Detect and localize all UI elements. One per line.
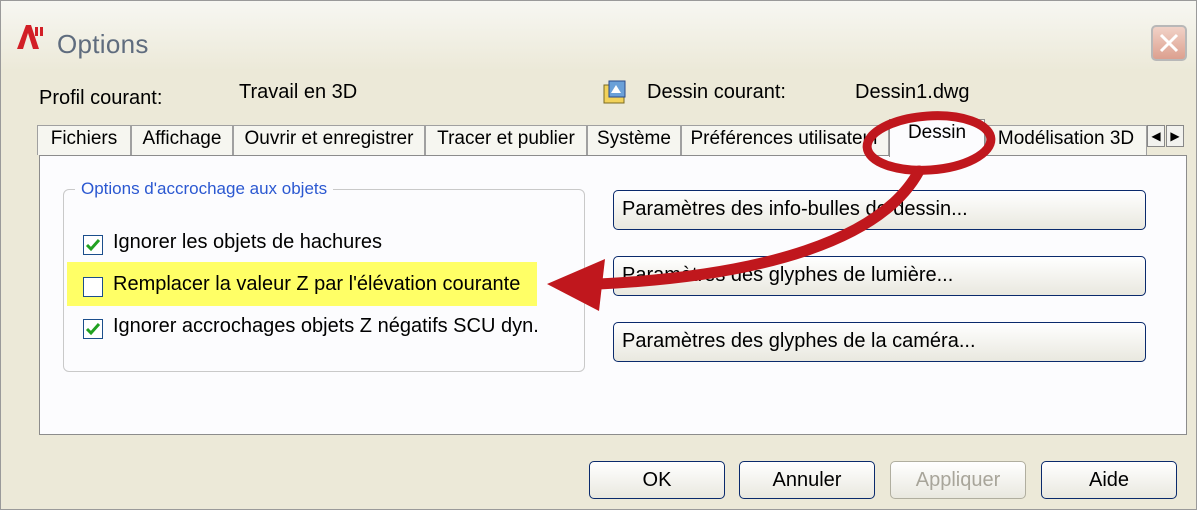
close-icon (1159, 33, 1179, 53)
title-bar: Options (1, 1, 1196, 71)
camera-glyph-settings-button[interactable]: Paramètres des glyphes de la caméra... (613, 322, 1146, 362)
options-dialog: Options Profil courant: Travail en 3D De… (0, 0, 1197, 510)
checkmark-icon (85, 323, 101, 336)
checkbox-ignore-negative-z[interactable] (83, 319, 103, 339)
tab-modelisation-3d[interactable]: Modélisation 3D (985, 125, 1147, 155)
tab-bar: Fichiers Affichage Ouvrir et enregistrer… (37, 119, 1187, 157)
label-ignore-negative-z: Ignorer accrochages objets Z négatifs SC… (113, 315, 539, 337)
label-ignore-hatch: Ignorer les objets de hachures (113, 231, 383, 253)
osnap-options-group-title: Options d'accrochage aux objets (75, 179, 334, 199)
help-button[interactable]: Aide (1041, 461, 1177, 499)
label-replace-z: Remplacer la valeur Z par l'élévation co… (113, 273, 521, 295)
tab-preferences-utilisateur[interactable]: Préférences utilisateur (681, 125, 889, 155)
profile-label: Profil courant: (39, 87, 163, 109)
checkbox-ignore-hatch[interactable] (83, 235, 103, 255)
checkbox-replace-z[interactable] (83, 277, 103, 297)
tab-fichiers[interactable]: Fichiers (37, 125, 131, 155)
tooltip-settings-button[interactable]: Paramètres des info-bulles de dessin... (613, 190, 1146, 230)
tab-scroll-right-icon[interactable]: ▶ (1166, 125, 1184, 147)
profile-value: Travail en 3D (239, 81, 358, 103)
close-button[interactable] (1151, 25, 1187, 61)
checkmark-icon (85, 239, 101, 252)
window-title: Options (57, 29, 149, 59)
autocad-app-icon (17, 25, 43, 49)
tab-tracer-publier[interactable]: Tracer et publier (425, 125, 587, 155)
tab-affichage[interactable]: Affichage (131, 125, 233, 155)
tab-systeme[interactable]: Système (587, 125, 681, 155)
tab-ouvrir-enregistrer[interactable]: Ouvrir et enregistrer (233, 125, 425, 155)
drawing-value: Dessin1.dwg (855, 81, 970, 103)
drawing-label: Dessin courant: (647, 81, 786, 103)
tab-dessin[interactable]: Dessin (889, 119, 985, 157)
tab-scroll-left-icon[interactable]: ◀ (1147, 125, 1165, 147)
ok-button[interactable]: OK (589, 461, 725, 499)
light-glyph-settings-button[interactable]: Paramètres des glyphes de lumière... (613, 256, 1146, 296)
drawing-file-icon (603, 80, 626, 104)
apply-button[interactable]: Appliquer (890, 461, 1026, 499)
cancel-button[interactable]: Annuler (739, 461, 875, 499)
